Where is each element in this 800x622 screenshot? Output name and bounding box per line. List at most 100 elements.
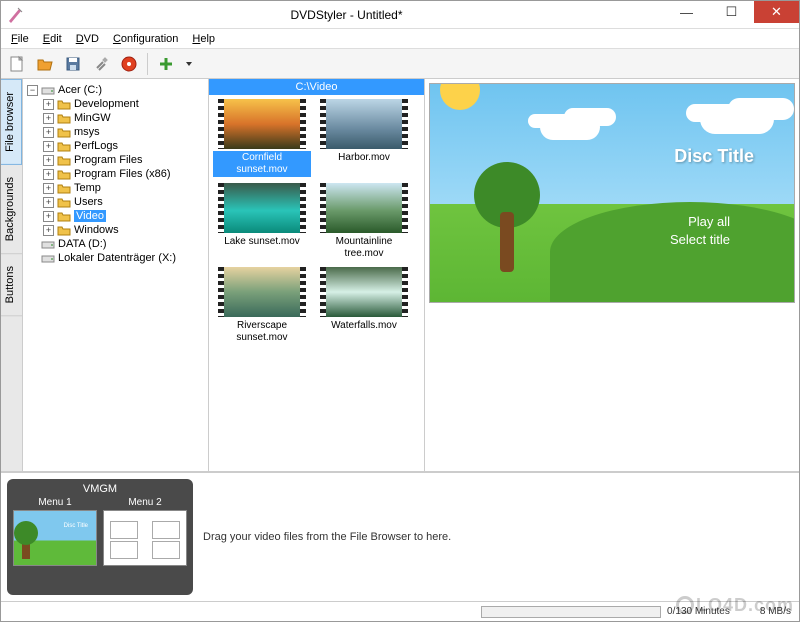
minimize-button[interactable]: — [664, 1, 709, 23]
main-area: File browser Backgrounds Buttons − Acer … [1, 79, 799, 471]
menu-option-playall[interactable]: Play all [688, 214, 730, 229]
thumb-grid: Cornfield sunset.mov Harbor.mov Lake sunse… [209, 95, 424, 471]
open-button[interactable] [33, 52, 57, 76]
vmgm-menu2[interactable]: Menu 2 [103, 497, 187, 566]
video-thumbnail[interactable]: Harbor.mov [315, 99, 413, 177]
settings-button[interactable] [89, 52, 113, 76]
sidetabs: File browser Backgrounds Buttons [1, 79, 23, 471]
titlebar: DVDStyler - Untitled* — ☐ ✕ [1, 1, 799, 29]
preview-panel: Disc Title Play all Select title [425, 79, 799, 471]
expander-icon[interactable]: + [43, 183, 54, 194]
expander-icon[interactable]: + [43, 211, 54, 222]
tree-folder[interactable]: +Program Files (x86) [43, 167, 204, 181]
folder-icon [57, 140, 71, 152]
tree-root: − Acer (C:) +Development+MinGW+msys+Perf… [27, 83, 204, 265]
add-button[interactable] [154, 52, 178, 76]
tree-folder[interactable]: +MinGW [43, 111, 204, 125]
save-button[interactable] [61, 52, 85, 76]
thumbnail-panel: C:\Video Cornfield sunset.mov Harbor.mov L… [209, 79, 425, 471]
thumbnail-image [218, 183, 306, 233]
drag-hint-text: Drag your video files from the File Brow… [203, 479, 793, 595]
thumbnail-image [218, 99, 306, 149]
toolbar-separator [147, 53, 148, 75]
expander-icon[interactable]: + [43, 169, 54, 180]
drive-icon [41, 238, 55, 250]
hill-graphic [550, 202, 795, 302]
thumbnail-image [218, 267, 306, 317]
thumbnail-image [320, 183, 408, 233]
tree-folder[interactable]: +Temp [43, 181, 204, 195]
video-thumbnail[interactable]: Cornfield sunset.mov [213, 99, 311, 177]
folder-icon [57, 224, 71, 236]
sidetab-backgrounds[interactable]: Backgrounds [1, 165, 22, 254]
menu-thumb-preview: Disc Title [13, 510, 97, 566]
tree-drive-c[interactable]: − Acer (C:) [27, 83, 204, 97]
menu-option-selecttitle[interactable]: Select title [670, 232, 730, 247]
tree-panel: − Acer (C:) +Development+MinGW+msys+Perf… [23, 79, 209, 471]
sidetab-buttons[interactable]: Buttons [1, 254, 22, 316]
folder-icon [57, 210, 71, 222]
video-thumbnail[interactable]: Riverscape sunset.mov [213, 267, 311, 345]
expander-icon[interactable]: + [43, 141, 54, 152]
cloud-graphic [700, 104, 774, 134]
tree-folder[interactable]: +Users [43, 195, 204, 209]
drive-icon [41, 84, 55, 96]
tree-folder[interactable]: +Development [43, 97, 204, 111]
folder-icon [57, 112, 71, 124]
folder-icon [57, 126, 71, 138]
window-title: DVDStyler - Untitled* [29, 8, 664, 22]
expander-icon[interactable]: + [43, 127, 54, 138]
vmgm-title: VMGM [13, 483, 187, 495]
tree-folder[interactable]: +msys [43, 125, 204, 139]
expander-icon[interactable]: + [43, 155, 54, 166]
folder-icon [57, 196, 71, 208]
menu-file[interactable]: File [5, 31, 35, 47]
folder-icon [57, 182, 71, 194]
menu-edit[interactable]: Edit [37, 31, 68, 47]
maximize-button[interactable]: ☐ [709, 1, 754, 23]
tree-drive-x[interactable]: Lokaler Datenträger (X:) [27, 251, 204, 265]
video-thumbnail[interactable]: Mountainline tree.mov [315, 183, 413, 261]
thumb-path-header: C:\Video [209, 79, 424, 95]
vmgm-box: VMGM Menu 1 Disc Title Menu 2 [7, 479, 193, 595]
thumbnail-label: Mountainline tree.mov [315, 235, 413, 261]
expander-icon[interactable]: + [43, 99, 54, 110]
tree-folder[interactable]: +Windows [43, 223, 204, 237]
expander-icon[interactable]: − [27, 85, 38, 96]
tree-folder[interactable]: +Video [43, 209, 204, 223]
expander-icon[interactable]: + [43, 113, 54, 124]
burn-button[interactable] [117, 52, 141, 76]
vmgm-menu1[interactable]: Menu 1 Disc Title [13, 497, 97, 566]
disc-title-text[interactable]: Disc Title [674, 146, 754, 167]
tree-folder[interactable]: +PerfLogs [43, 139, 204, 153]
menubar: File Edit DVD Configuration Help [1, 29, 799, 49]
sun-graphic [440, 83, 480, 110]
menu-configuration[interactable]: Configuration [107, 31, 184, 47]
vmgm-menus: Menu 1 Disc Title Menu 2 [13, 497, 187, 566]
window-controls: — ☐ ✕ [664, 1, 799, 28]
tree-folder[interactable]: +Program Files [43, 153, 204, 167]
app-icon [7, 7, 23, 23]
expander-icon[interactable]: + [43, 197, 54, 208]
menu-dvd[interactable]: DVD [70, 31, 105, 47]
toolbar [1, 49, 799, 79]
expander-icon[interactable]: + [43, 225, 54, 236]
tree-drive-d[interactable]: DATA (D:) [27, 237, 204, 251]
dvd-menu-preview[interactable]: Disc Title Play all Select title [429, 83, 795, 303]
close-button[interactable]: ✕ [754, 1, 799, 23]
status-size: 8 MB/s [760, 606, 799, 617]
thumbnail-label: Harbor.mov [335, 151, 393, 165]
add-dropdown-button[interactable] [182, 52, 196, 76]
thumbnail-image [320, 267, 408, 317]
thumbnail-label: Cornfield sunset.mov [213, 151, 311, 177]
menu-help[interactable]: Help [186, 31, 221, 47]
statusbar: 0/130 Minutes 8 MB/s [1, 601, 799, 621]
thumbnail-image [320, 99, 408, 149]
folder-icon [57, 154, 71, 166]
video-thumbnail[interactable]: Waterfalls.mov [315, 267, 413, 345]
folder-icon [57, 168, 71, 180]
status-minutes: 0/130 Minutes [667, 606, 730, 617]
sidetab-file-browser[interactable]: File browser [1, 79, 22, 165]
new-button[interactable] [5, 52, 29, 76]
video-thumbnail[interactable]: Lake sunset.mov [213, 183, 311, 261]
